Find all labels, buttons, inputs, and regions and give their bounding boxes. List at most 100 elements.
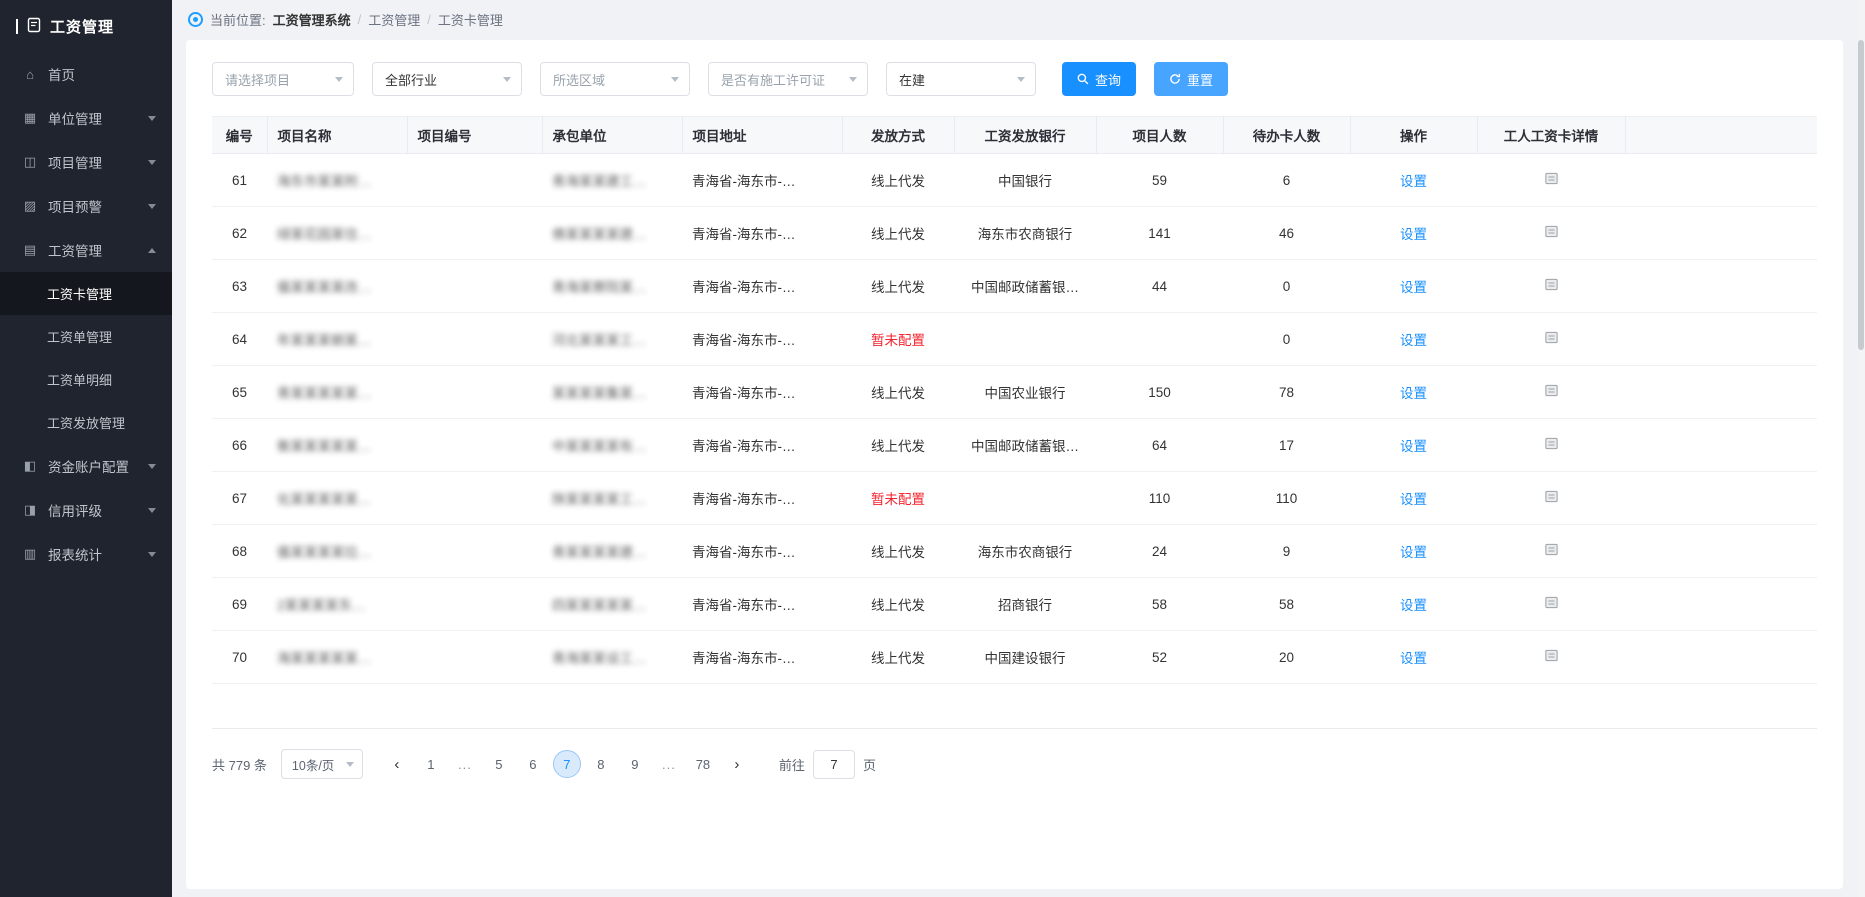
sidebar-item-payroll-detail[interactable]: 工资单明细 — [0, 358, 172, 401]
cell-method: 线上代发 — [842, 207, 954, 260]
cell-operation: 设置 — [1350, 631, 1477, 684]
breadcrumb-level2[interactable]: 工资卡管理 — [438, 10, 503, 29]
sidebar-item-label: 单位管理 — [48, 108, 102, 128]
settings-link[interactable]: 设置 — [1400, 651, 1427, 666]
cell-address: 青海省-海东市-… — [682, 154, 842, 207]
cell-operation: 设置 — [1350, 260, 1477, 313]
cell-pending-count: 20 — [1223, 631, 1350, 684]
settings-link[interactable]: 设置 — [1400, 333, 1427, 348]
breadcrumb-level1[interactable]: 工资管理 — [368, 10, 420, 29]
sidebar-item-report-stats[interactable]: ▥ 报表统计 — [0, 532, 172, 576]
sidebar-item-home[interactable]: ⌂ 首页 — [0, 52, 172, 96]
industry-select[interactable]: 全部行业 — [372, 62, 522, 96]
sidebar-item-salary[interactable]: ▤ 工资管理 — [0, 228, 172, 272]
cell-pending-count: 58 — [1223, 578, 1350, 631]
cell-pending-count: 46 — [1223, 207, 1350, 260]
page-button[interactable]: 9 — [621, 750, 649, 778]
masked-text: 海东市某某附… — [277, 174, 372, 189]
page-button[interactable]: 6 — [519, 750, 547, 778]
project-select[interactable]: 请选择项目 — [212, 62, 354, 96]
sidebar-item-fund-account[interactable]: ◧ 资金账户配置 — [0, 444, 172, 488]
page-size-select[interactable]: 10条/页 — [281, 749, 363, 779]
salary-icon: ▤ — [22, 242, 38, 258]
location-icon — [188, 12, 203, 27]
chevron-down-icon — [503, 77, 511, 82]
salary-card-detail-icon[interactable] — [1544, 489, 1559, 504]
chevron-down-icon — [148, 552, 156, 557]
cell-card-detail — [1477, 525, 1625, 578]
masked-text: 四某某某某某… — [552, 598, 647, 613]
cell-method: 线上代发 — [842, 366, 954, 419]
sidebar-item-project-alerts[interactable]: ▨ 项目预警 — [0, 184, 172, 228]
search-button[interactable]: 查询 — [1062, 62, 1136, 96]
page-button[interactable]: 7 — [553, 750, 581, 778]
salary-card-detail-icon[interactable] — [1544, 171, 1559, 186]
cell-operation: 设置 — [1350, 525, 1477, 578]
cell-bank: 招商银行 — [954, 578, 1096, 631]
sidebar: 工资管理 ⌂ 首页 ▦ 单位管理 ◫ 项目管理 ▨ 项目预警 ▤ 工资管理 工资… — [0, 0, 172, 897]
cell-address: 青海省-海东市-… — [682, 578, 842, 631]
column-header: 项目名称 — [267, 117, 407, 154]
settings-link[interactable]: 设置 — [1400, 280, 1427, 295]
cell-pending-count: 78 — [1223, 366, 1350, 419]
salary-card-detail-icon[interactable] — [1544, 436, 1559, 451]
scrollbar[interactable] — [1857, 0, 1865, 897]
page-button[interactable]: 78 — [689, 750, 717, 778]
masked-text: 衡某某某某某… — [277, 439, 372, 454]
page-button[interactable]: 5 — [485, 750, 513, 778]
sidebar-item-label: 首页 — [48, 64, 75, 84]
status-select[interactable]: 在建 — [886, 62, 1036, 96]
cell-project-code — [407, 366, 542, 419]
settings-link[interactable]: 设置 — [1400, 439, 1427, 454]
settings-link[interactable]: 设置 — [1400, 227, 1427, 242]
settings-link[interactable]: 设置 — [1400, 598, 1427, 613]
cell-address: 青海省-海东市-… — [682, 472, 842, 525]
settings-link[interactable]: 设置 — [1400, 174, 1427, 189]
salary-card-detail-icon[interactable] — [1544, 383, 1559, 398]
permit-select[interactable]: 是否有施工许可证 — [708, 62, 868, 96]
page-button[interactable]: 1 — [417, 750, 445, 778]
cell-address: 青海省-海东市-… — [682, 260, 842, 313]
prev-page-button[interactable]: ‹ — [383, 750, 411, 778]
sidebar-item-projects[interactable]: ◫ 项目管理 — [0, 140, 172, 184]
sidebar-item-salary-distribution[interactable]: 工资发放管理 — [0, 401, 172, 444]
cell-filler — [1625, 207, 1817, 260]
breadcrumb-root[interactable]: 工资管理系统 — [273, 10, 351, 29]
goto-page-input[interactable] — [813, 750, 855, 779]
settings-link[interactable]: 设置 — [1400, 492, 1427, 507]
salary-card-detail-icon[interactable] — [1544, 277, 1559, 292]
cell-project-name: 化某某某某某… — [267, 472, 407, 525]
total-count: 共 779 条 — [212, 755, 267, 774]
region-select[interactable]: 所选区域 — [540, 62, 690, 96]
salary-card-detail-icon[interactable] — [1544, 330, 1559, 345]
reset-button[interactable]: 重置 — [1154, 62, 1228, 96]
sidebar-item-salary-card[interactable]: 工资卡管理 — [0, 272, 172, 315]
cell-pending-count: 9 — [1223, 525, 1350, 578]
page-ellipsis[interactable]: ... — [655, 750, 683, 778]
cell-card-detail — [1477, 472, 1625, 525]
sidebar-item-units[interactable]: ▦ 单位管理 — [0, 96, 172, 140]
settings-link[interactable]: 设置 — [1400, 545, 1427, 560]
masked-text: 海某某某某某… — [277, 651, 372, 666]
cell-pending-count: 17 — [1223, 419, 1350, 472]
cell-project-code — [407, 313, 542, 366]
page-ellipsis[interactable]: ... — [451, 750, 479, 778]
cell-pending-count: 0 — [1223, 313, 1350, 366]
scrollbar-thumb[interactable] — [1858, 40, 1864, 350]
next-page-button[interactable]: › — [723, 750, 751, 778]
salary-card-table: 编号项目名称项目编号承包单位项目地址发放方式工资发放银行项目人数待办卡人数操作工… — [212, 116, 1817, 729]
report-icon: ▥ — [22, 546, 38, 562]
cell-people-count: 64 — [1096, 419, 1223, 472]
table-row: 68 循某某某某拉… 青某某某某建… 青海省-海东市-… 线上代发 海东市农商银… — [212, 525, 1817, 578]
page-button[interactable]: 8 — [587, 750, 615, 778]
settings-link[interactable]: 设置 — [1400, 386, 1427, 401]
sidebar-item-credit-rating[interactable]: ◨ 信用评级 — [0, 488, 172, 532]
salary-card-detail-icon[interactable] — [1544, 224, 1559, 239]
table-row: 62 绿某花园某住… 佛某某某某建… 青海省-海东市-… 线上代发 海东市农商银… — [212, 207, 1817, 260]
cell-method: 线上代发 — [842, 525, 954, 578]
salary-card-detail-icon[interactable] — [1544, 595, 1559, 610]
salary-card-detail-icon[interactable] — [1544, 648, 1559, 663]
sidebar-item-payroll[interactable]: 工资单管理 — [0, 315, 172, 358]
salary-card-detail-icon[interactable] — [1544, 542, 1559, 557]
sidebar-item-label: 工资单管理 — [47, 327, 112, 346]
